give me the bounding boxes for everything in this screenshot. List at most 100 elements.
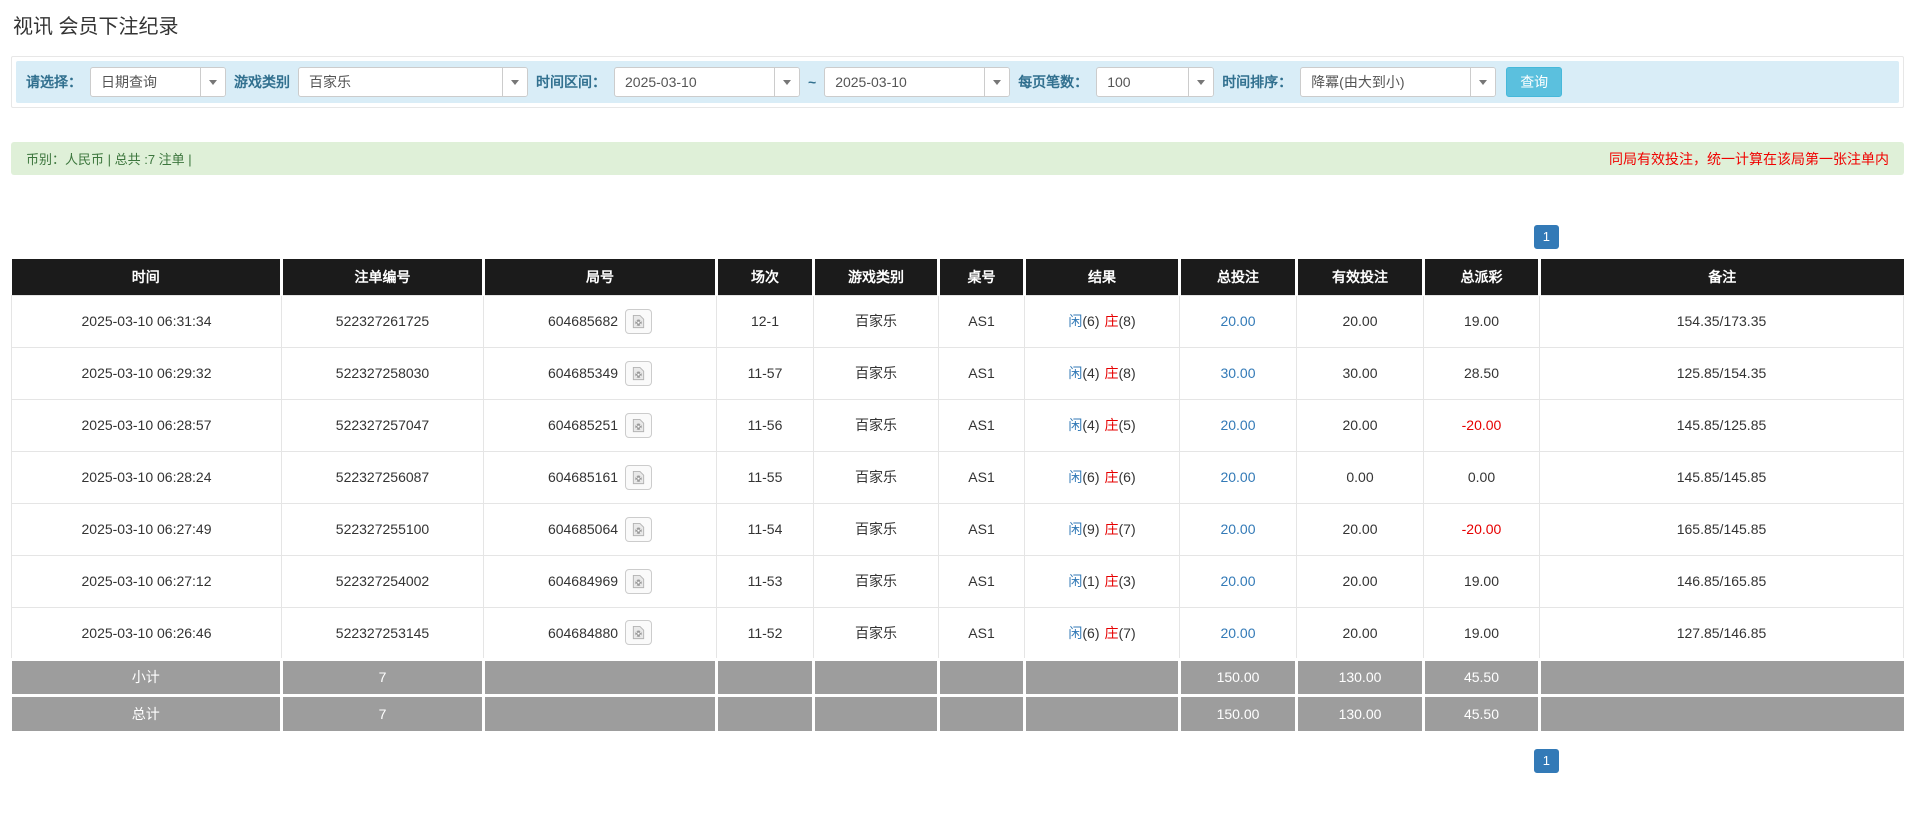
valid-bet-amount: 0.00 bbox=[1346, 469, 1374, 485]
table-number: AS1 bbox=[968, 313, 995, 329]
banker-label: 庄 bbox=[1104, 521, 1119, 537]
date-range-separator: ~ bbox=[808, 74, 817, 90]
table-footer: 小计 7 150.00 130.00 45.50 总计 7 150.00 130… bbox=[11, 657, 1904, 731]
header-valid-bet: 有效投注 bbox=[1295, 259, 1424, 295]
banker-score: (8) bbox=[1118, 365, 1136, 381]
cell-game-type: 百家乐 bbox=[813, 502, 939, 556]
header-total-bet: 总投注 bbox=[1178, 259, 1297, 295]
cell-table-no: AS1 bbox=[938, 450, 1025, 504]
subtotal-row: 小计 7 150.00 130.00 45.50 bbox=[11, 657, 1904, 695]
table-row: 2025-03-10 06:28:57 522327257047 6046852… bbox=[11, 398, 1904, 452]
total-bet-link[interactable]: 20.00 bbox=[1220, 625, 1255, 641]
subtotal-count: 7 bbox=[280, 657, 484, 695]
header-result: 结果 bbox=[1023, 259, 1180, 295]
cell-total-bet: 20.00 bbox=[1179, 554, 1297, 608]
player-score: (9) bbox=[1082, 521, 1100, 537]
header-session: 场次 bbox=[715, 259, 814, 295]
cell-remark: 125.85/154.35 bbox=[1539, 346, 1904, 400]
pagination-page-1-button[interactable]: 1 bbox=[1533, 749, 1559, 773]
date-to-dropdown[interactable]: 2025-03-10 bbox=[824, 67, 1011, 97]
valid-bet-amount: 30.00 bbox=[1342, 365, 1378, 381]
payout-amount: 28.50 bbox=[1463, 365, 1500, 381]
video-replay-button[interactable] bbox=[625, 516, 653, 542]
video-replay-icon bbox=[632, 314, 645, 328]
table-number: AS1 bbox=[968, 624, 995, 641]
banker-label: 庄 bbox=[1104, 417, 1119, 433]
cell-result: 闲(9) 庄(7) bbox=[1024, 502, 1180, 556]
table-row: 2025-03-10 06:26:46 522327253145 6046848… bbox=[11, 606, 1904, 660]
game-type-dropdown[interactable]: 百家乐 bbox=[298, 67, 528, 97]
cell-result: 闲(6) 庄(7) bbox=[1024, 606, 1180, 660]
summary-bar: 币别：人民币 | 总共 :7 注单 | 同局有效投注，统一计算在该局第一张注单内 bbox=[11, 142, 1904, 175]
balance-remark: 165.85/145.85 bbox=[1676, 521, 1767, 537]
cell-game-type: 百家乐 bbox=[813, 450, 939, 504]
game-type: 百家乐 bbox=[855, 365, 897, 381]
banker-label: 庄 bbox=[1104, 313, 1119, 329]
chevron-down-icon[interactable] bbox=[774, 68, 799, 96]
cell-session: 11-56 bbox=[716, 398, 814, 452]
time-order-dropdown[interactable]: 降冪(由大到小) bbox=[1300, 67, 1497, 97]
cell-time: 2025-03-10 06:31:34 bbox=[11, 294, 282, 348]
table-row: 2025-03-10 06:27:12 522327254002 6046849… bbox=[11, 554, 1904, 608]
grand-total-row: 总计 7 150.00 130.00 45.50 bbox=[11, 693, 1904, 731]
video-replay-button[interactable] bbox=[625, 360, 653, 386]
total-bet-link[interactable]: 20.00 bbox=[1220, 313, 1255, 329]
cell-bet-id: 522327261725 bbox=[281, 294, 484, 348]
banker-score: (8) bbox=[1118, 313, 1136, 329]
chevron-down-icon bbox=[993, 79, 1002, 85]
cell-payout: 19.00 bbox=[1423, 554, 1540, 608]
cell-valid-bet: 20.00 bbox=[1296, 398, 1424, 452]
bet-time: 2025-03-10 06:31:34 bbox=[81, 313, 212, 329]
chevron-down-icon bbox=[1197, 79, 1206, 85]
game-type-value: 百家乐 bbox=[309, 74, 351, 90]
cell-result: 闲(6) 庄(8) bbox=[1024, 294, 1180, 348]
date-from-dropdown[interactable]: 2025-03-10 bbox=[614, 67, 800, 97]
chevron-down-icon[interactable] bbox=[1188, 68, 1214, 96]
total-bet-link[interactable]: 20.00 bbox=[1220, 469, 1255, 485]
select-mode-dropdown[interactable]: 日期查询 bbox=[90, 67, 226, 97]
payout-amount: -20.00 bbox=[1461, 521, 1502, 537]
bet-time: 2025-03-10 06:29:32 bbox=[81, 365, 212, 381]
video-replay-button[interactable] bbox=[625, 568, 653, 594]
subtotal-payout: 45.50 bbox=[1422, 657, 1540, 695]
valid-bet-amount: 20.00 bbox=[1342, 521, 1378, 537]
total-bet-link[interactable]: 20.00 bbox=[1220, 521, 1255, 537]
cell-table-no: AS1 bbox=[938, 398, 1025, 452]
chevron-down-icon[interactable] bbox=[1470, 68, 1496, 96]
cell-round-id: 604685349 bbox=[483, 346, 717, 400]
video-replay-button[interactable] bbox=[625, 464, 653, 490]
cell-payout: 28.50 bbox=[1423, 346, 1540, 400]
chevron-down-icon[interactable] bbox=[984, 68, 1010, 96]
pagination-page-1-button[interactable]: 1 bbox=[1533, 225, 1559, 249]
player-label: 闲 bbox=[1068, 624, 1083, 641]
table-header-row: 时间 注单编号 局号 场次 游戏类别 桌号 结果 总投注 有效投注 总派彩 备注 bbox=[11, 259, 1904, 295]
video-replay-button[interactable] bbox=[625, 308, 653, 334]
cell-valid-bet: 20.00 bbox=[1296, 554, 1424, 608]
player-label: 闲 bbox=[1068, 469, 1083, 485]
cell-session: 11-52 bbox=[716, 606, 814, 660]
header-round-id: 局号 bbox=[482, 259, 717, 295]
total-bet-link[interactable]: 20.00 bbox=[1220, 573, 1255, 589]
chevron-down-icon[interactable] bbox=[200, 68, 225, 96]
page-size-dropdown[interactable]: 100 bbox=[1096, 67, 1215, 97]
session-number: 11-56 bbox=[747, 417, 783, 433]
total-bet-link[interactable]: 30.00 bbox=[1220, 365, 1255, 381]
cell-time: 2025-03-10 06:27:49 bbox=[11, 502, 282, 556]
game-type-label: 游戏类别 bbox=[234, 74, 290, 90]
cell-time: 2025-03-10 06:26:46 bbox=[11, 606, 282, 660]
banker-score: (5) bbox=[1118, 417, 1136, 433]
cell-total-bet: 30.00 bbox=[1179, 346, 1297, 400]
cell-game-type: 百家乐 bbox=[813, 554, 939, 608]
balance-remark: 127.85/146.85 bbox=[1676, 624, 1767, 641]
bet-time: 2025-03-10 06:28:57 bbox=[81, 417, 212, 433]
total-valid-bet: 130.00 bbox=[1295, 693, 1424, 731]
video-replay-button[interactable] bbox=[625, 620, 653, 645]
session-number: 11-55 bbox=[747, 469, 783, 485]
query-button[interactable]: 查询 bbox=[1506, 67, 1563, 97]
video-replay-button[interactable] bbox=[625, 412, 653, 438]
banker-score: (7) bbox=[1118, 521, 1136, 537]
cell-table-no: AS1 bbox=[938, 606, 1025, 660]
cell-total-bet: 20.00 bbox=[1179, 502, 1297, 556]
total-bet-link[interactable]: 20.00 bbox=[1220, 417, 1255, 433]
chevron-down-icon[interactable] bbox=[502, 68, 527, 96]
